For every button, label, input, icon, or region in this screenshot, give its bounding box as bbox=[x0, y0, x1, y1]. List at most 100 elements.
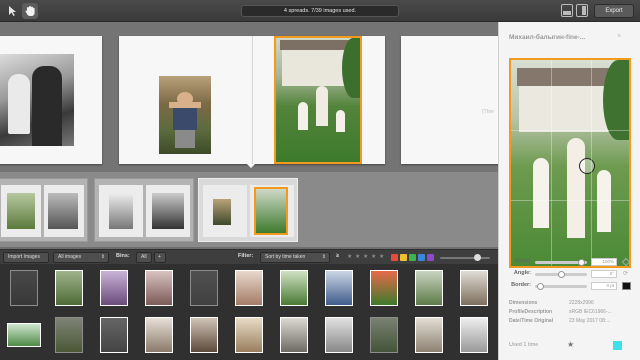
zoom-slider-knob[interactable] bbox=[474, 254, 481, 261]
rating-star-icon[interactable]: ★ bbox=[347, 253, 352, 260]
page-pointer-icon bbox=[247, 164, 255, 168]
reset-icon[interactable] bbox=[621, 257, 631, 267]
library-thumbnail[interactable] bbox=[229, 266, 269, 310]
status-readout: 4 spreads. 7/39 images used. bbox=[241, 5, 399, 17]
sort-order-toggle[interactable]: ≥ bbox=[336, 253, 339, 259]
library-thumbnail[interactable] bbox=[94, 266, 134, 310]
thumbnail-image bbox=[235, 317, 263, 353]
color-label-swatch[interactable] bbox=[613, 341, 622, 350]
thumbnail-image bbox=[370, 270, 398, 306]
resize-hint: (Thre bbox=[482, 109, 494, 115]
library-thumbnail[interactable] bbox=[94, 313, 134, 357]
meta-key: Dimensions bbox=[509, 300, 538, 306]
pointer-tool-icon[interactable] bbox=[4, 3, 20, 19]
scale-label: Scale: bbox=[514, 258, 531, 264]
rating-star-icon[interactable]: ★ bbox=[379, 253, 384, 260]
magnifier-cursor-icon bbox=[579, 158, 595, 174]
add-bin-button[interactable]: + bbox=[154, 252, 166, 263]
thumbnail-image bbox=[100, 317, 128, 353]
inspector-preview-photo[interactable] bbox=[509, 58, 631, 268]
library-thumbnail[interactable] bbox=[319, 313, 359, 357]
chevron-updown-icon: ⇕ bbox=[100, 254, 105, 260]
scale-control: Scale: 100% bbox=[509, 257, 637, 267]
bw-couple-photo[interactable] bbox=[0, 54, 74, 146]
spread-strip bbox=[0, 172, 498, 247]
album-select[interactable]: All images ⇕ bbox=[53, 252, 109, 263]
rotate-icon[interactable]: ⟳ bbox=[623, 270, 628, 277]
rating-star-icon[interactable]: ★ bbox=[371, 253, 376, 260]
border-slider[interactable] bbox=[535, 283, 587, 290]
library-thumbnail[interactable] bbox=[274, 266, 314, 310]
scale-value-field[interactable]: 100% bbox=[591, 258, 617, 266]
thumbnail-image bbox=[280, 317, 308, 353]
thumbnail-image bbox=[55, 317, 83, 353]
meta-value: sRGB IEC61966-... bbox=[569, 309, 612, 315]
next-spread-page[interactable] bbox=[401, 36, 498, 164]
current-spread[interactable] bbox=[119, 36, 385, 164]
spread-canvas[interactable]: (Thre bbox=[0, 22, 498, 172]
color-label-purple[interactable] bbox=[427, 254, 434, 261]
sort-select-value: Sort by time taken bbox=[265, 254, 306, 260]
color-label-yellow[interactable] bbox=[400, 254, 407, 261]
angle-slider[interactable] bbox=[535, 271, 587, 278]
spread-thumb-1[interactable] bbox=[0, 178, 88, 242]
previous-spread-page[interactable] bbox=[0, 36, 102, 164]
meta-profile: ProfileDescription sRGB IEC61966-... bbox=[509, 309, 612, 315]
bins-select[interactable]: All bbox=[136, 252, 152, 263]
thumbnail-image bbox=[235, 270, 263, 306]
favorite-star-icon[interactable]: ★ bbox=[567, 340, 574, 349]
thumbnail-image bbox=[145, 317, 173, 353]
color-label-red[interactable] bbox=[391, 254, 398, 261]
border-slider-knob[interactable] bbox=[537, 283, 544, 290]
library-thumbnail[interactable] bbox=[49, 266, 89, 310]
library-thumbnail[interactable] bbox=[454, 266, 494, 310]
library-thumbnail[interactable] bbox=[4, 313, 44, 357]
library-thumbnail[interactable] bbox=[139, 313, 179, 357]
library-thumbnail[interactable] bbox=[409, 313, 449, 357]
library-thumbnail[interactable] bbox=[229, 313, 269, 357]
selected-garden-photo[interactable] bbox=[274, 36, 362, 164]
filter-label: Filter: bbox=[238, 253, 254, 259]
library-thumbnail[interactable] bbox=[364, 313, 404, 357]
border-value-field[interactable]: 0 pt bbox=[591, 282, 617, 290]
import-images-button[interactable]: Import Images bbox=[3, 252, 49, 263]
hand-tool-icon[interactable] bbox=[22, 3, 38, 19]
library-thumbnail[interactable] bbox=[319, 266, 359, 310]
color-label-green[interactable] bbox=[409, 254, 416, 261]
boy-portrait-photo[interactable] bbox=[159, 76, 211, 154]
single-view-icon[interactable] bbox=[561, 4, 573, 17]
rating-star-icon[interactable]: ★ bbox=[363, 253, 368, 260]
thumbnail-image bbox=[415, 317, 443, 353]
close-icon[interactable]: × bbox=[617, 33, 621, 40]
export-button[interactable]: Export bbox=[594, 4, 634, 18]
thumbnail-image bbox=[415, 270, 443, 306]
angle-control: Angle: 0° ⟳ bbox=[509, 270, 637, 279]
thumbnail-zoom-slider[interactable] bbox=[440, 254, 490, 261]
color-label-blue[interactable] bbox=[418, 254, 425, 261]
library-thumbnail[interactable] bbox=[364, 266, 404, 310]
library-thumbnail[interactable] bbox=[454, 313, 494, 357]
rating-star-icon[interactable]: ★ bbox=[355, 253, 360, 260]
scale-slider[interactable] bbox=[535, 259, 587, 266]
sort-select[interactable]: Sort by time taken ⇕ bbox=[260, 252, 330, 263]
split-view-icon[interactable] bbox=[576, 4, 588, 17]
library-thumbnail[interactable] bbox=[274, 313, 314, 357]
library-thumbnail[interactable] bbox=[184, 313, 224, 357]
spread-thumb-2[interactable] bbox=[94, 178, 194, 242]
library-thumbnail[interactable] bbox=[4, 266, 44, 310]
library-thumbnail[interactable] bbox=[49, 313, 89, 357]
meta-value: 23 May 2017 08:... bbox=[569, 318, 611, 324]
scale-slider-knob[interactable] bbox=[578, 259, 585, 266]
angle-value-field[interactable]: 0° bbox=[591, 270, 617, 278]
meta-date: Date/Time Original 23 May 2017 08:... bbox=[509, 318, 610, 324]
angle-slider-knob[interactable] bbox=[558, 271, 565, 278]
library-thumbnail[interactable] bbox=[184, 266, 224, 310]
spread-thumb-3[interactable] bbox=[198, 178, 298, 242]
thumbnail-image bbox=[55, 270, 83, 306]
thumbnail-image bbox=[190, 270, 218, 306]
library-thumbnail[interactable] bbox=[139, 266, 179, 310]
chevron-updown-icon: ⇕ bbox=[321, 254, 326, 260]
meta-value: 2228x2996 bbox=[569, 300, 594, 306]
border-color-swatch[interactable] bbox=[622, 282, 631, 290]
library-thumbnail[interactable] bbox=[409, 266, 449, 310]
